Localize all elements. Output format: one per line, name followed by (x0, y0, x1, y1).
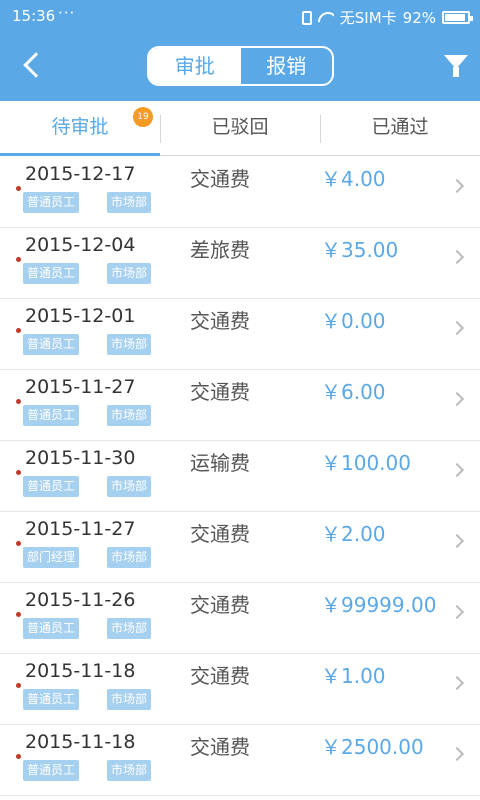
status-indicators: 无SIM卡 92% (301, 7, 473, 28)
chevron-right-icon (449, 320, 465, 336)
tab-rejected[interactable]: 已驳回 (160, 101, 320, 156)
department-tag: 市场部 (107, 760, 152, 781)
role-tag: 普通员工 (23, 192, 80, 213)
role-tag: 普通员工 (23, 405, 80, 426)
unread-dot (16, 612, 21, 617)
segment-control: 审批 报销 (147, 46, 334, 86)
expense-category: 运输费 (190, 451, 250, 475)
role-tag: 普通员工 (23, 689, 80, 710)
status-bar: 15:36 ··· 无SIM卡 92% (0, 0, 480, 32)
expense-date: 2015-12-17 (25, 163, 136, 185)
expense-amount: ￥2.00 (321, 522, 386, 546)
segment-approve[interactable]: 审批 (149, 48, 241, 84)
pending-count-badge: 19 (133, 107, 153, 127)
expense-amount: ￥2500.00 (321, 735, 424, 759)
expense-row[interactable]: 2015-11-18 普通员工 市场部 交通费 ￥1.00 (0, 654, 480, 725)
filter-icon[interactable] (444, 55, 468, 77)
tab-divider (320, 115, 321, 143)
battery-icon (442, 11, 473, 24)
tab-pending-label: 待审批 (51, 116, 109, 138)
department-tag: 市场部 (107, 689, 152, 710)
expense-amount: ￥4.00 (321, 167, 386, 191)
status-tabs: 待审批 19 已驳回 已通过 (0, 101, 480, 156)
chevron-right-icon (449, 746, 465, 762)
expense-date: 2015-11-27 (25, 518, 136, 540)
expense-date: 2015-12-04 (25, 234, 136, 256)
expense-category: 交通费 (190, 593, 250, 617)
expense-date: 2015-11-30 (25, 447, 136, 469)
department-tag: 市场部 (107, 192, 152, 213)
expense-category: 交通费 (190, 309, 250, 333)
chevron-right-icon (449, 604, 465, 620)
expense-amount: ￥0.00 (321, 309, 386, 333)
unread-dot (16, 257, 21, 262)
role-tag: 普通员工 (23, 618, 80, 639)
expense-amount: ￥35.00 (321, 238, 399, 262)
chevron-right-icon (449, 533, 465, 549)
chevron-right-icon (449, 249, 465, 265)
expense-date: 2015-11-18 (25, 660, 136, 682)
chevron-right-icon (449, 178, 465, 194)
wifi-icon (318, 12, 334, 24)
role-tag: 普通员工 (23, 263, 80, 284)
role-tag: 普通员工 (23, 760, 80, 781)
expense-list: 2015-12-17 普通员工 市场部 交通费 ￥4.00 2015-12-04… (0, 157, 480, 800)
unread-dot (16, 683, 21, 688)
expense-date: 2015-11-26 (25, 589, 136, 611)
tab-approved[interactable]: 已通过 (320, 101, 480, 156)
expense-row[interactable]: 2015-12-17 普通员工 市场部 交通费 ￥4.00 (0, 157, 480, 228)
tab-divider (160, 115, 161, 143)
expense-row[interactable]: 2015-11-27 部门经理 市场部 交通费 ￥2.00 (0, 512, 480, 583)
expense-row[interactable]: 2015-11-27 普通员工 市场部 交通费 ￥6.00 (0, 370, 480, 441)
expense-amount: ￥6.00 (321, 380, 386, 404)
expense-amount: ￥99999.00 (321, 593, 437, 617)
department-tag: 市场部 (107, 547, 152, 568)
active-tab-indicator (0, 153, 160, 156)
expense-category: 差旅费 (190, 238, 250, 262)
department-tag: 市场部 (107, 334, 152, 355)
unread-dot (16, 541, 21, 546)
expense-category: 交通费 (190, 522, 250, 546)
role-tag: 普通员工 (23, 476, 80, 497)
unread-dot (16, 328, 21, 333)
tab-approved-label: 已通过 (371, 116, 429, 138)
role-tag: 部门经理 (23, 547, 80, 568)
expense-row[interactable]: 2015-12-01 普通员工 市场部 交通费 ￥0.00 (0, 299, 480, 370)
expense-category: 交通费 (190, 167, 250, 191)
expense-date: 2015-12-01 (25, 305, 136, 327)
tab-rejected-label: 已驳回 (211, 116, 269, 138)
unread-dot (16, 470, 21, 475)
carrier-text: 无SIM卡 (339, 9, 397, 27)
back-icon[interactable] (23, 52, 49, 78)
status-time: 15:36 (12, 7, 56, 25)
expense-category: 交通费 (190, 664, 250, 688)
expense-date: 2015-11-18 (25, 731, 136, 753)
vibrate-icon (301, 10, 312, 25)
chevron-right-icon (449, 675, 465, 691)
expense-amount: ￥100.00 (321, 451, 411, 475)
segment-reimburse[interactable]: 报销 (241, 48, 333, 84)
unread-dot (16, 399, 21, 404)
chevron-right-icon (449, 391, 465, 407)
expense-row[interactable]: 2015-11-18 普通员工 市场部 交通费 ￥2500.00 (0, 725, 480, 796)
expense-date: 2015-11-27 (25, 376, 136, 398)
expense-row[interactable]: 2015-11-26 普通员工 市场部 交通费 ￥99999.00 (0, 583, 480, 654)
expense-category: 交通费 (190, 380, 250, 404)
expense-amount: ￥1.00 (321, 664, 386, 688)
department-tag: 市场部 (107, 405, 152, 426)
department-tag: 市场部 (107, 263, 152, 284)
unread-dot (16, 754, 21, 759)
role-tag: 普通员工 (23, 334, 80, 355)
department-tag: 市场部 (107, 618, 152, 639)
expense-category: 交通费 (190, 735, 250, 759)
notification-dots: ··· (58, 4, 76, 22)
expense-row[interactable]: 2015-11-30 普通员工 市场部 运输费 ￥100.00 (0, 441, 480, 512)
chevron-right-icon (449, 462, 465, 478)
battery-percent: 92% (402, 8, 436, 27)
app-header: 15:36 ··· 无SIM卡 92% 审批 报销 (0, 0, 480, 101)
unread-dot (16, 186, 21, 191)
department-tag: 市场部 (107, 476, 152, 497)
expense-row[interactable]: 2015-12-04 普通员工 市场部 差旅费 ￥35.00 (0, 228, 480, 299)
